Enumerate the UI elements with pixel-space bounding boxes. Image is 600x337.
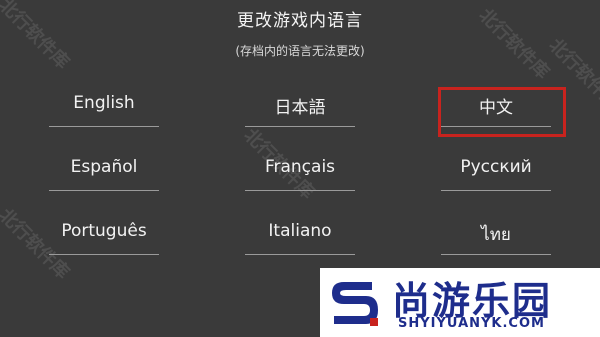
language-option-italian[interactable]: Italiano	[245, 215, 355, 255]
page-title: 更改游戏内语言	[237, 11, 363, 31]
underline-divider	[441, 254, 551, 255]
logo-s-icon	[332, 282, 378, 326]
language-label: Español	[70, 157, 138, 177]
selection-highlight-box	[438, 87, 566, 137]
language-settings-screen: 北行软件库 北行软件库 北行软件库 北行软件库 北行软件库 更改游戏内语言 (存…	[0, 0, 600, 337]
underline-divider	[49, 254, 159, 255]
language-option-russian[interactable]: Русский	[441, 151, 551, 191]
language-option-japanese[interactable]: 日本語	[245, 87, 355, 127]
language-label: Italiano	[268, 221, 332, 241]
language-label: Português	[61, 221, 147, 241]
language-label: Français	[264, 157, 336, 177]
underline-divider	[441, 190, 551, 191]
logo-english-text: SHYIYUANYK.COM	[398, 316, 545, 331]
language-option-french[interactable]: Français	[245, 151, 355, 191]
underline-divider	[49, 190, 159, 191]
language-label: English	[73, 93, 135, 113]
underline-divider	[245, 126, 355, 127]
language-option-english[interactable]: English	[49, 87, 159, 127]
language-option-thai[interactable]: ไทย	[441, 215, 551, 255]
language-label: ไทย	[481, 225, 511, 245]
page-subtitle: (存档内的语言无法更改)	[235, 44, 365, 58]
underline-divider	[245, 254, 355, 255]
language-label: Русский	[460, 157, 532, 177]
language-option-spanish[interactable]: Español	[49, 151, 159, 191]
language-option-portuguese[interactable]: Português	[49, 215, 159, 255]
language-label: 日本語	[274, 98, 326, 118]
brand-logo: 尚游乐园 SHYIYUANYK.COM	[320, 268, 600, 337]
underline-divider	[49, 126, 159, 127]
underline-divider	[245, 190, 355, 191]
